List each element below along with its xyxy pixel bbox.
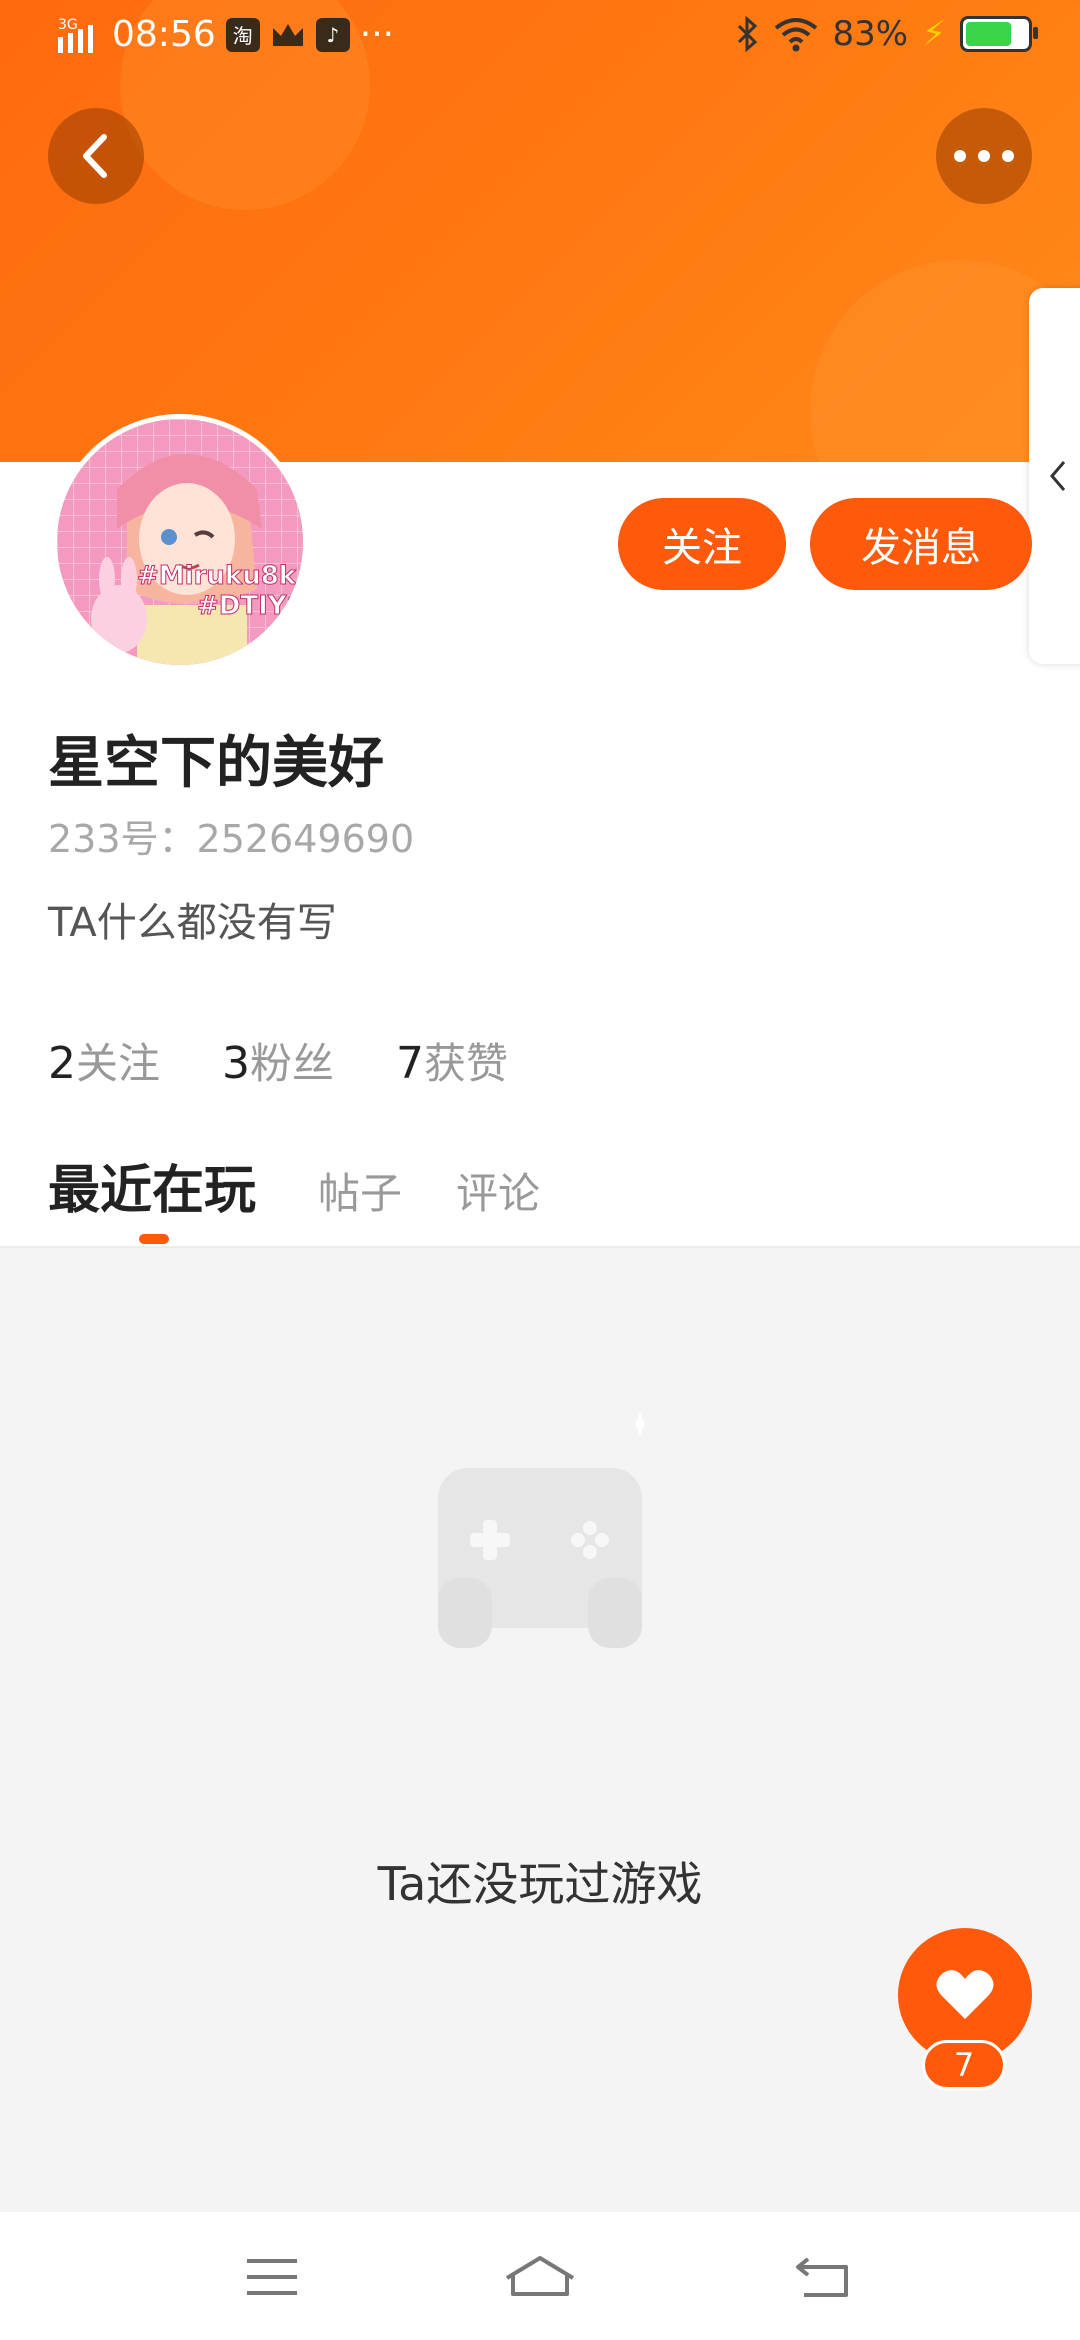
- music-app-icon: ♪: [315, 17, 350, 52]
- back-button[interactable]: [48, 108, 144, 204]
- username: 星空下的美好: [48, 731, 384, 796]
- avatar[interactable]: #Miruku8k #DTIYS: [52, 414, 308, 670]
- chevron-left-icon: [1050, 461, 1066, 491]
- battery-icon: [960, 16, 1038, 52]
- menu-nav-button[interactable]: [232, 2242, 312, 2312]
- followers-count[interactable]: 3粉丝: [222, 1030, 334, 1091]
- bio: TA什么都没有写: [48, 900, 337, 946]
- menu-icon: [247, 2259, 297, 2295]
- taobao-icon: 淘: [225, 17, 260, 52]
- like-count-badge: 7: [922, 2040, 1006, 2090]
- home-icon: [505, 2256, 575, 2296]
- bluetooth-icon: [735, 16, 759, 52]
- clock: 08:56: [112, 14, 216, 55]
- send-message-button[interactable]: 发消息: [810, 498, 1032, 590]
- more-notifications-icon: ···: [359, 14, 395, 55]
- status-bar: 3G 08:56 淘 ♪ ··· 83% ⚡: [0, 0, 1080, 84]
- home-nav-button[interactable]: [500, 2242, 580, 2312]
- gamepad-icon: [438, 1412, 645, 1648]
- tab-comments[interactable]: 评论: [456, 1160, 540, 1221]
- heart-icon: [936, 1970, 994, 2019]
- more-options-button[interactable]: [936, 108, 1032, 204]
- signal-icon: 3G: [56, 15, 102, 55]
- tab-recently-playing[interactable]: 最近在玩: [48, 1148, 256, 1223]
- active-tab-indicator: [139, 1234, 169, 1244]
- following-count[interactable]: 2关注: [48, 1030, 160, 1091]
- back-nav-button[interactable]: [784, 2242, 864, 2312]
- likes-received-count[interactable]: 7获赞: [396, 1030, 508, 1091]
- charging-icon: ⚡: [922, 14, 946, 54]
- profile-tabs: 最近在玩 帖子 评论: [48, 1148, 540, 1223]
- user-id: 233号：252649690: [48, 817, 415, 861]
- svg-text:3G: 3G: [58, 17, 78, 33]
- wifi-icon: [773, 16, 819, 52]
- follow-button[interactable]: 关注: [618, 498, 786, 590]
- svg-text:#DTIYS: #DTIYS: [197, 591, 305, 621]
- system-navigation-bar: [0, 2212, 1080, 2340]
- battery-percent: 83%: [832, 14, 909, 54]
- chevron-left-icon: [83, 134, 107, 178]
- tab-content-area: Ta还没玩过游戏: [0, 1246, 1080, 2214]
- profile-stats: 2关注 3粉丝 7获赞: [48, 1030, 508, 1091]
- svg-text:#Miruku8k: #Miruku8k: [137, 561, 297, 591]
- tab-posts[interactable]: 帖子: [318, 1160, 402, 1221]
- back-arrow-icon: [796, 2257, 848, 2297]
- more-dots-icon: [954, 150, 1014, 162]
- side-drawer-handle[interactable]: [1029, 288, 1080, 664]
- empty-state-message: Ta还没玩过游戏: [377, 1857, 703, 1911]
- crown-icon: [270, 20, 306, 50]
